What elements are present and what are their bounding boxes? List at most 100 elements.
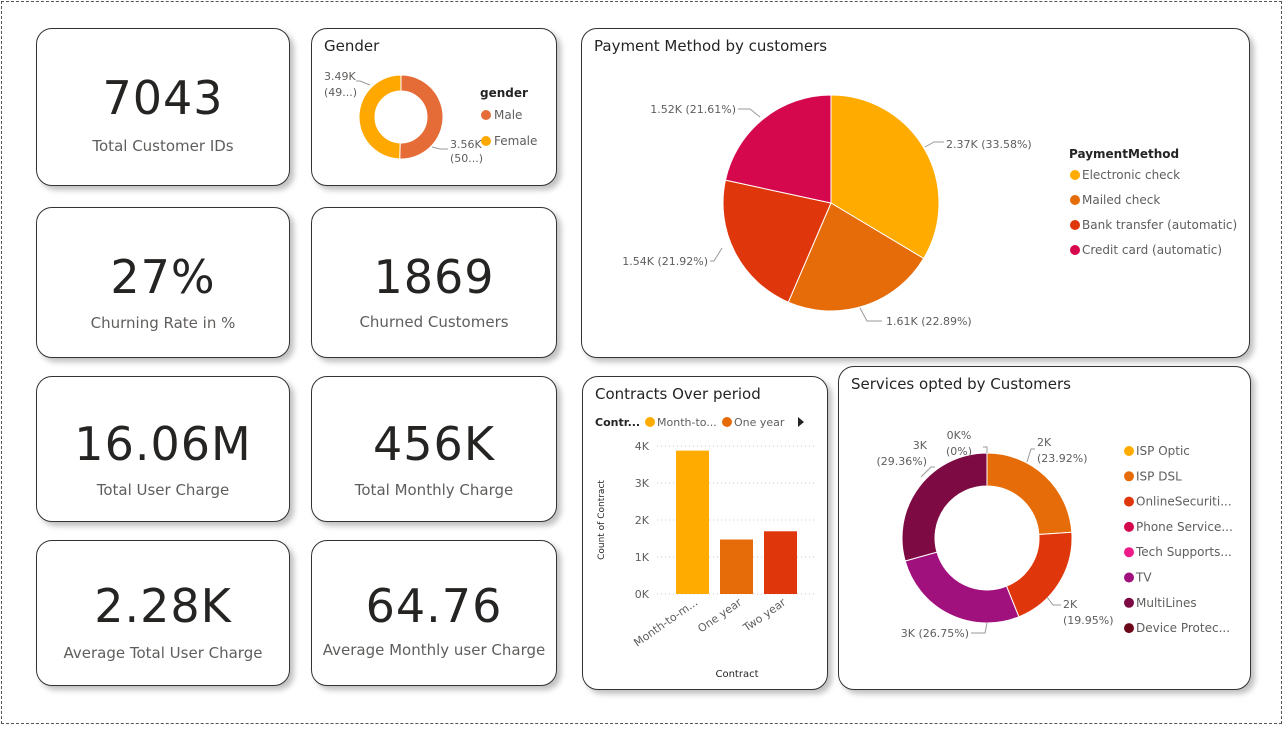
kpi-label: Average Monthly user Charge [322, 641, 546, 659]
legend-label: Male [494, 108, 522, 122]
kpi-value: 27% [110, 250, 216, 304]
kpi-churned-customers[interactable]: 1869 Churned Customers [311, 207, 557, 358]
y-tick-label: 0K [635, 588, 650, 601]
legend-swatch [1070, 195, 1080, 205]
kpi-value: 64.76 [365, 579, 503, 633]
leader-line [1026, 448, 1035, 463]
legend-swatch [1070, 220, 1080, 230]
kpi-label: Churned Customers [359, 313, 509, 331]
data-label: 1.54K (21.92%) [622, 255, 708, 268]
kpi-label: Average Total User Charge [63, 644, 263, 662]
data-label: 2K [1037, 436, 1052, 449]
leader-line [971, 622, 988, 634]
data-label: 3.49K [324, 70, 356, 83]
pie-slice[interactable] [986, 452, 1073, 536]
bar[interactable] [720, 539, 753, 594]
legend-label: Bank transfer (automatic) [1082, 218, 1237, 232]
legend-label: Tech Supports... [1135, 545, 1232, 559]
legend-label: OnlineSecuriti... [1136, 495, 1232, 509]
legend-swatch [1124, 471, 1134, 482]
y-tick-label: 2K [635, 514, 650, 527]
kpi-label: Total User Charge [96, 481, 230, 499]
leader-line [738, 108, 761, 118]
bar[interactable] [676, 450, 709, 594]
pie-slice[interactable] [358, 74, 402, 160]
x-axis-label: Contract [715, 669, 758, 680]
pie-slice[interactable] [399, 74, 444, 160]
legend-label: TV [1135, 571, 1152, 585]
legend-swatch [645, 417, 655, 427]
bar[interactable] [764, 531, 797, 594]
kpi-value: 16.06M [74, 417, 252, 471]
legend-label: MultiLines [1136, 596, 1197, 610]
legend-label: Credit card (automatic) [1082, 243, 1222, 257]
contracts-bar-chart[interactable]: Contr... Month-to... One year 0K 1K 2K 3K 4K Mon… [583, 377, 827, 689]
leader-line [859, 307, 882, 322]
legend-label: One year [734, 416, 785, 429]
data-label: 1.61K (22.89%) [886, 315, 972, 328]
kpi-churn-rate[interactable]: 27% Churning Rate in % [36, 207, 290, 358]
kpi-total-user-charge[interactable]: 16.06M Total User Charge [36, 376, 290, 522]
leader-line [356, 80, 371, 86]
kpi-value: 2.28K [94, 579, 232, 633]
y-tick-label: 1K [635, 551, 650, 564]
leader-line [710, 247, 723, 262]
data-label: 1.52K (21.61%) [650, 103, 736, 116]
contracts-chart-card[interactable]: Contracts Over period Contr... Month-to..… [582, 376, 828, 690]
leader-line [983, 446, 988, 453]
kpi-avg-total-charge[interactable]: 2.28K Average Total User Charge [36, 540, 290, 686]
data-label: 2.37K (33.58%) [946, 138, 1032, 151]
legend-swatch [481, 136, 491, 146]
x-tick-label: Month-to-m... [631, 596, 700, 650]
legend-swatch [1124, 547, 1134, 558]
legend-label: Phone Service... [1136, 520, 1233, 534]
kpi-avg-monthly-charge[interactable]: 64.76 Average Monthly user Charge [311, 540, 557, 686]
legend-label: Mailed check [1082, 193, 1160, 207]
payment-pie-chart[interactable]: 2.37K (33.58%) 1.61K (22.89%) 1.54K (21.92… [582, 29, 1249, 357]
data-label: (49...) [324, 86, 357, 99]
pie-slice[interactable] [901, 452, 988, 562]
data-label: (19.95%) [1063, 614, 1114, 627]
data-label: (29.36%) [876, 455, 927, 468]
legend-swatch [1124, 496, 1134, 507]
kpi-value: 1869 [373, 250, 495, 304]
kpi-total-monthly-charge[interactable]: 456K Total Monthly Charge [311, 376, 557, 522]
legend-swatch [1124, 521, 1134, 532]
data-label: 3K [913, 439, 928, 452]
legend-swatch [1124, 572, 1134, 583]
kpi-total-customers[interactable]: 7043 Total Customer IDs [36, 28, 290, 186]
legend-swatch [481, 110, 491, 120]
data-label: 3K (26.75%) [901, 627, 969, 640]
data-label: 0K% [947, 429, 972, 442]
y-tick-label: 3K [635, 477, 650, 490]
legend-label: Month-to... [657, 416, 717, 429]
kpi-label: Total Customer IDs [92, 137, 234, 155]
data-label: (23.92%) [1037, 452, 1088, 465]
kpi-label: Churning Rate in % [90, 314, 236, 332]
legend-swatch [1070, 245, 1080, 255]
legend-swatch [1124, 597, 1134, 608]
services-chart-card[interactable]: Services opted by Customers 0K% (0%) 2K (23… [838, 366, 1251, 690]
data-label: (0%) [946, 445, 972, 458]
legend-label: Device Protec... [1136, 621, 1230, 635]
leader-line [431, 146, 448, 150]
legend-swatch [1070, 170, 1080, 180]
legend-label: Female [494, 134, 537, 148]
legend-swatch [1124, 623, 1134, 634]
legend-title: Contr... [595, 416, 640, 429]
leader-line [1046, 596, 1061, 606]
gender-donut-chart[interactable]: 3.56K(50...) 3.49K (49...) gender Male Female [312, 29, 556, 185]
data-label: 2K [1063, 598, 1078, 611]
kpi-value: 7043 [102, 71, 224, 125]
legend-title: PaymentMethod [1069, 147, 1179, 161]
y-tick-label: 4K [635, 440, 650, 453]
legend-title: gender [480, 86, 528, 100]
pie-slice[interactable] [904, 551, 1020, 624]
legend-label: ISP DSL [1136, 469, 1182, 483]
services-donut-chart[interactable]: 0K% (0%) 2K (23.92%) 2K (19.95%) 3K (26.75%) 3K… [839, 367, 1250, 689]
y-axis-label: Count of Contract [597, 480, 607, 560]
x-tick-label: Two year [740, 596, 789, 635]
payment-chart-card[interactable]: Payment Method by customers 2.37K (33.58… [581, 28, 1250, 358]
gender-chart-card[interactable]: Gender 3.56K (50...) 3.49K (49...) gender Mal… [311, 28, 557, 186]
data-label: 3.56K [450, 138, 482, 151]
